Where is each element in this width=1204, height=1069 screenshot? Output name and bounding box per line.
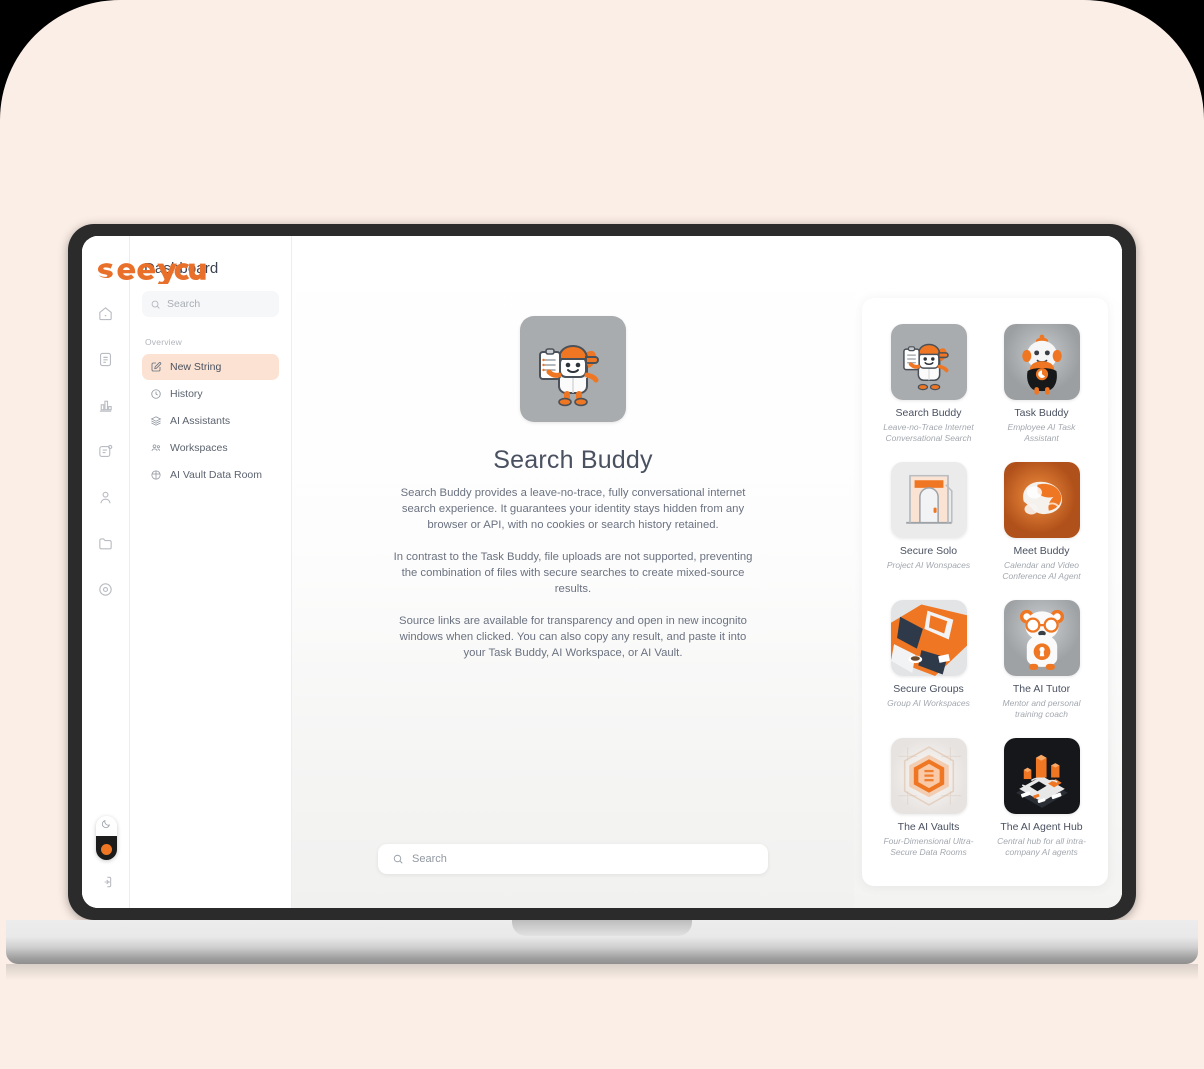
search-icon [393, 854, 403, 864]
agent-card-the-ai-tutor[interactable]: The AI Tutor Mentor and personal trainin… [991, 600, 1092, 720]
dark-mode-toggle[interactable] [95, 816, 117, 860]
agent-card-the-ai-vaults[interactable]: The AI Vaults Four-Dimensional Ultra-Sec… [878, 738, 979, 858]
sidebar-search-placeholder: Search [167, 298, 201, 310]
hero-title: Search Buddy [493, 446, 653, 474]
search-icon [151, 300, 160, 309]
sidebar-item-label: AI Vault Data Room [170, 469, 263, 481]
analytics-icon[interactable] [91, 388, 121, 422]
agent-card-secure-groups[interactable]: Secure Groups Group AI Workspaces [878, 600, 979, 720]
people-icon [151, 444, 161, 452]
hero-paragraph: Search Buddy provides a leave-no-trace, … [400, 487, 746, 531]
hero-paragraph: Source links are available for transpare… [399, 615, 747, 659]
agent-grid: Search Buddy Leave-no-Trace Internet Con… [878, 324, 1092, 858]
sidebar-item-new-string[interactable]: New String [142, 354, 279, 380]
notes-icon[interactable] [91, 434, 121, 468]
agent-description: Project AI Wonspaces [886, 560, 971, 570]
search-buddy-mascot-icon [520, 316, 626, 422]
agent-name: Meet Buddy [1013, 545, 1070, 557]
document-icon[interactable] [91, 342, 121, 376]
agent-card-meet-buddy[interactable]: Meet Buddy Calendar and Video Conference… [991, 462, 1092, 582]
laptop-screen: Dashboard Search Overview [82, 236, 1122, 908]
sidebar-item-ai-assistants[interactable]: AI Assistants [142, 408, 279, 434]
sidebar-item-ai-vault-data-room[interactable]: AI Vault Data Room [142, 462, 279, 488]
ai-agent-hub-art-icon [1003, 738, 1080, 814]
agent-name: The AI Tutor [1012, 683, 1071, 695]
globe-shield-icon [151, 470, 161, 480]
agent-card-search-buddy[interactable]: Search Buddy Leave-no-Trace Internet Con… [878, 324, 979, 444]
layers-icon [150, 416, 162, 426]
agent-name: Secure Solo [899, 545, 958, 557]
meet-buddy-art-icon [1003, 462, 1080, 538]
brand-logo[interactable] [94, 254, 216, 284]
agent-panel: Search Buddy Leave-no-Trace Internet Con… [862, 298, 1108, 886]
folder-icon[interactable] [91, 526, 121, 560]
agent-name: The AI Agent Hub [1000, 821, 1083, 833]
main-search-input[interactable]: Search [378, 844, 768, 874]
agent-description: Central hub for all intra-company AI age… [997, 836, 1086, 857]
agent-description: Employee AI Task Assistant [1007, 422, 1076, 443]
secure-solo-art-icon [890, 462, 967, 538]
toggle-knob [100, 844, 112, 855]
agent-name: Task Buddy [1014, 407, 1069, 419]
task-buddy-art-icon [1003, 324, 1080, 400]
settings-icon[interactable] [91, 572, 121, 606]
agent-description: Mentor and personal training coach [1002, 698, 1081, 719]
hero-paragraph: In contrast to the Task Buddy, file uplo… [393, 551, 753, 595]
sidebar-item-label: AI Assistants [170, 415, 231, 427]
search-buddy-art-icon [890, 324, 967, 400]
sidebar-item-label: Workspaces [170, 442, 228, 454]
agent-card-secure-solo[interactable]: Secure Solo Project AI Wonspaces [878, 462, 979, 582]
sidebar-item-label: History [170, 388, 203, 400]
icon-rail [82, 236, 130, 908]
rail-bottom-group [82, 816, 130, 890]
laptop-notch [512, 920, 692, 936]
secure-groups-art-icon [890, 600, 967, 676]
agent-card-the-ai-agent-hub[interactable]: The AI Agent Hub Central hub for all int… [991, 738, 1092, 858]
agent-description: Four-Dimensional Ultra-Secure Data Rooms [883, 836, 974, 857]
agent-name: Secure Groups [893, 683, 964, 695]
agent-panel-wrapper: Search Buddy Leave-no-Trace Internet Con… [854, 236, 1122, 908]
agent-card-task-buddy[interactable]: Task Buddy Employee AI Task Assistant [991, 324, 1092, 444]
clock-icon [151, 389, 161, 399]
agent-description: Calendar and Video Conference AI Agent [1002, 560, 1081, 581]
laptop-mockup: Dashboard Search Overview [6, 224, 1198, 980]
agent-name: The AI Vaults [897, 821, 960, 833]
sidebar-item-label: New String [170, 361, 222, 373]
sidebar: Dashboard Search Overview [130, 236, 292, 908]
moon-icon [101, 819, 111, 829]
sidebar-search-input[interactable]: Search [142, 291, 279, 317]
page-stage: Dashboard Search Overview [0, 0, 1204, 1069]
ai-vaults-art-icon [890, 738, 967, 814]
profile-icon[interactable] [91, 480, 121, 514]
agent-description: Leave-no-Trace Internet Conversational S… [883, 422, 974, 443]
sidebar-item-workspaces[interactable]: Workspaces [142, 435, 279, 461]
home-icon[interactable] [91, 296, 121, 330]
laptop-lid: Dashboard Search Overview [68, 224, 1136, 920]
sidebar-group-label: Overview [145, 337, 183, 347]
main-content: Search Buddy Search Buddy provides a lea… [292, 236, 854, 908]
main-search-placeholder: Search [412, 853, 447, 865]
agent-name: Search Buddy [895, 407, 962, 419]
edit-square-icon [151, 362, 162, 372]
ai-tutor-art-icon [1003, 600, 1080, 676]
sidebar-item-history[interactable]: History [142, 381, 279, 407]
laptop-foot-shadow [6, 964, 1198, 980]
logout-icon[interactable] [98, 874, 114, 890]
agent-description: Group AI Workspaces [887, 698, 970, 708]
hero-description: Search Buddy provides a leave-no-trace, … [389, 485, 757, 661]
app-window: Dashboard Search Overview [82, 236, 1122, 908]
